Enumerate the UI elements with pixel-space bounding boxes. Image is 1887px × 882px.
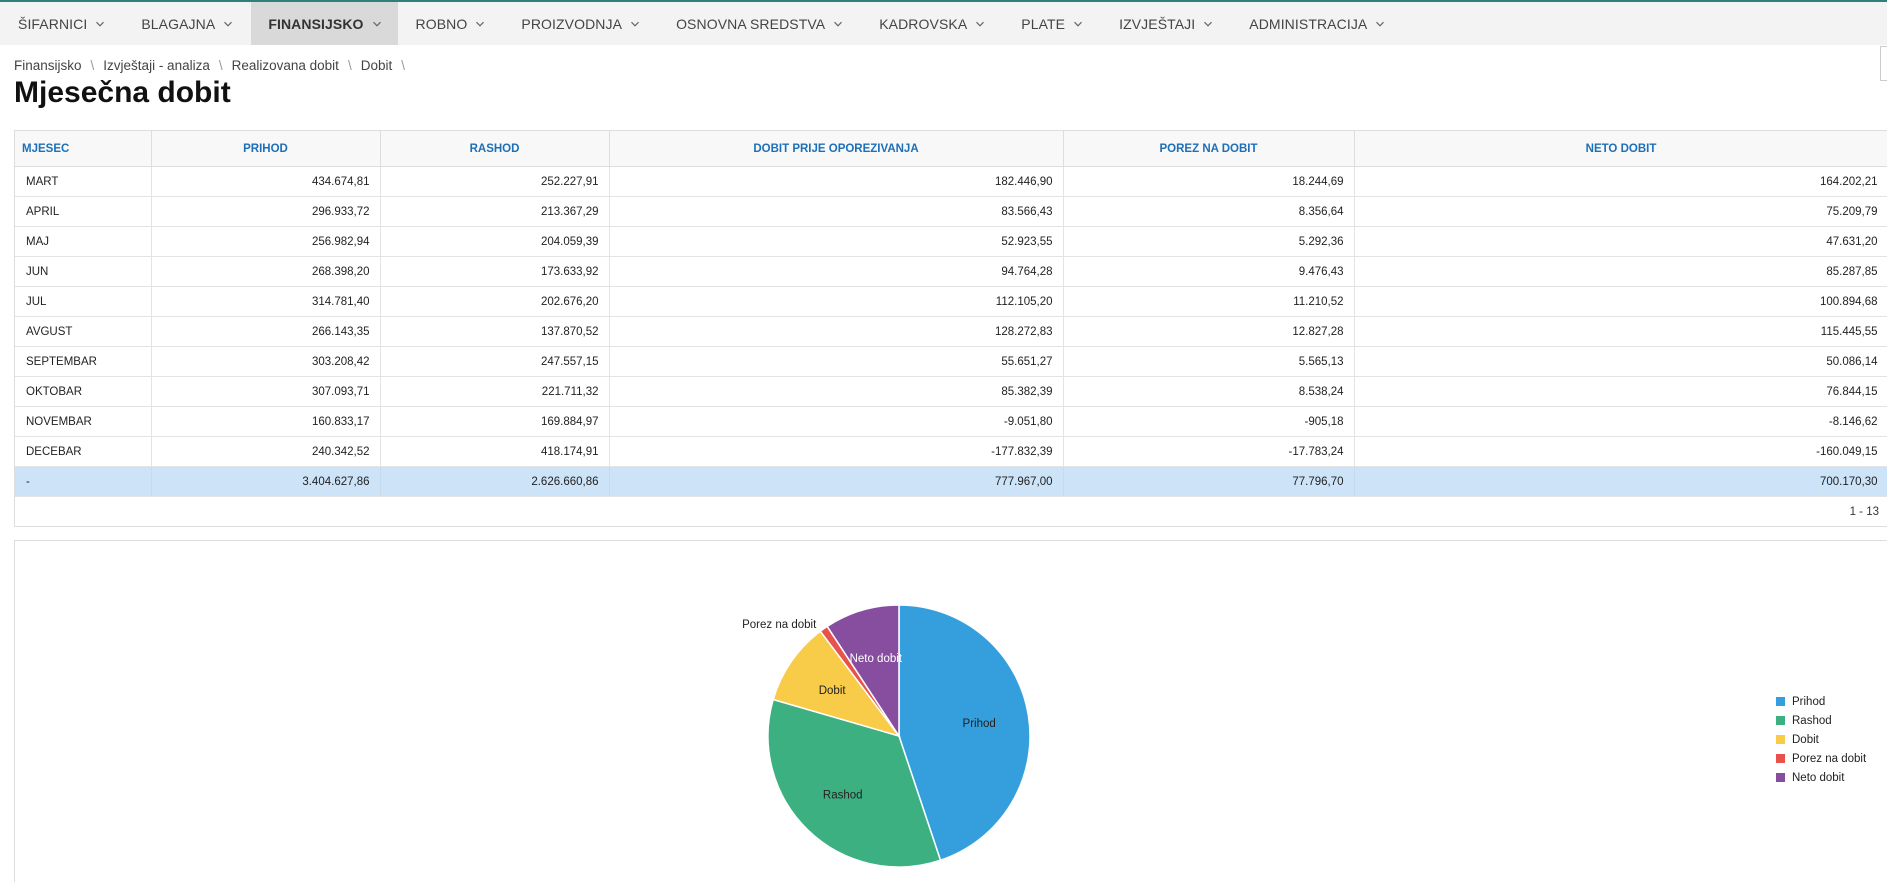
legend-item-dobit[interactable]: Dobit <box>1776 730 1866 749</box>
pie-label-rashod: Rashod <box>823 790 863 802</box>
legend-item-rashod[interactable]: Rashod <box>1776 711 1866 730</box>
pie-label-porez-na-dobit: Porez na dobit <box>742 619 817 631</box>
legend-swatch <box>1776 697 1785 706</box>
pie-label-neto-dobit: Neto dobit <box>850 653 903 665</box>
legend-label: Dobit <box>1792 733 1819 746</box>
legend-item-prihod[interactable]: Prihod <box>1776 692 1866 711</box>
legend-label: Rashod <box>1792 714 1832 727</box>
legend-swatch <box>1776 773 1785 782</box>
legend-label: Neto dobit <box>1792 771 1845 784</box>
pie-label-prihod: Prihod <box>963 718 996 730</box>
legend-item-neto-dobit[interactable]: Neto dobit <box>1776 768 1866 787</box>
legend-label: Porez na dobit <box>1792 752 1867 765</box>
legend-label: Prihod <box>1792 695 1826 708</box>
legend-swatch <box>1776 754 1785 763</box>
pie-label-dobit: Dobit <box>819 685 847 697</box>
legend-swatch <box>1776 716 1785 725</box>
legend-item-porez-na-dobit[interactable]: Porez na dobit <box>1776 749 1866 768</box>
legend-swatch <box>1776 735 1785 744</box>
pie-chart: Prihod Rashod Dobit Porez na dobit Neto dobi… <box>742 604 1031 868</box>
chart-legend: Prihod Rashod Dobit Porez na dobit Neto dobi… <box>1776 692 1866 787</box>
